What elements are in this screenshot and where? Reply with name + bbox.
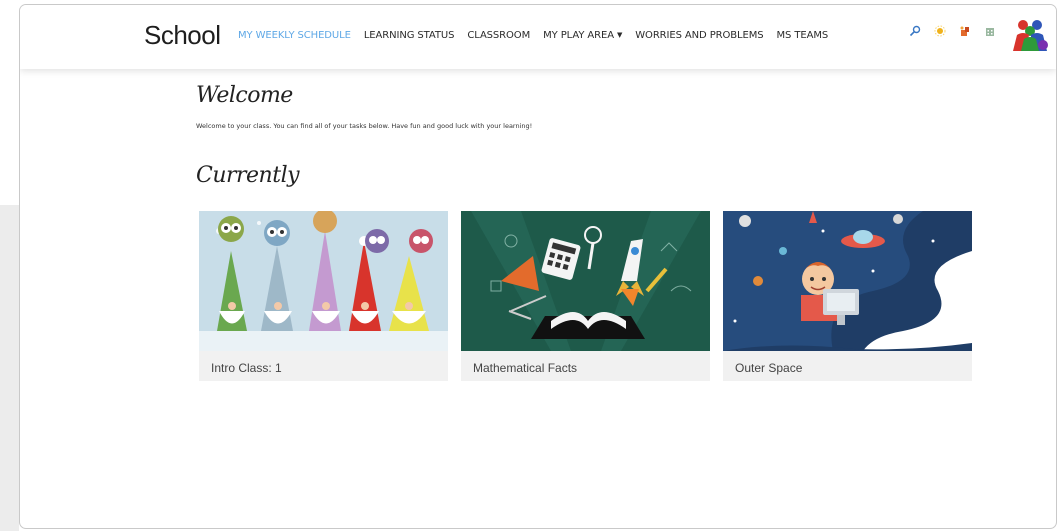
welcome-text: Welcome to your class. You can find all …	[196, 122, 533, 130]
main-nav: MY WEEKLY SCHEDULE LEARNING STATUS CLASS…	[238, 30, 841, 44]
nav-item-learning-status[interactable]: LEARNING STATUS	[364, 30, 455, 44]
top-navbar: School MY WEEKLY SCHEDULE LEARNING STATU…	[20, 5, 1056, 69]
math-tools-image	[461, 211, 710, 351]
nav-item-play-area[interactable]: MY PLAY AREA ▼	[543, 30, 622, 44]
sun-icon[interactable]	[934, 25, 946, 37]
card-title[interactable]: Mathematical Facts	[473, 361, 577, 375]
brand-title[interactable]: School	[144, 20, 221, 51]
gnomes-owls-image	[199, 211, 448, 351]
welcome-heading: Welcome	[196, 83, 293, 108]
currently-heading: Currently	[196, 163, 300, 188]
user-avatar-icon[interactable]	[1010, 17, 1050, 53]
course-card-mathematical-facts[interactable]: Mathematical Facts	[461, 211, 710, 381]
building-icon[interactable]	[984, 25, 996, 37]
nav-item-ms-teams[interactable]: MS TEAMS	[777, 30, 829, 44]
nav-item-play-area-label: MY PLAY AREA	[543, 30, 614, 41]
card-title[interactable]: Outer Space	[735, 361, 802, 375]
course-card-outer-space[interactable]: Outer Space	[723, 211, 972, 381]
chevron-down-icon: ▼	[616, 31, 623, 39]
card-title[interactable]: Intro Class: 1	[211, 361, 282, 375]
nav-item-classroom[interactable]: CLASSROOM	[467, 30, 530, 44]
nav-icon-group	[909, 25, 1009, 37]
course-card-intro-class[interactable]: Intro Class: 1	[199, 211, 448, 381]
nav-item-weekly-schedule[interactable]: MY WEEKLY SCHEDULE	[238, 30, 351, 44]
nav-item-worries[interactable]: WORRIES AND PROBLEMS	[635, 30, 763, 44]
outer-space-image	[723, 211, 972, 351]
app-window: School MY WEEKLY SCHEDULE LEARNING STATU…	[19, 4, 1057, 529]
paint-icon[interactable]	[959, 25, 971, 37]
background-panel	[0, 205, 19, 531]
search-icon[interactable]	[909, 25, 921, 37]
